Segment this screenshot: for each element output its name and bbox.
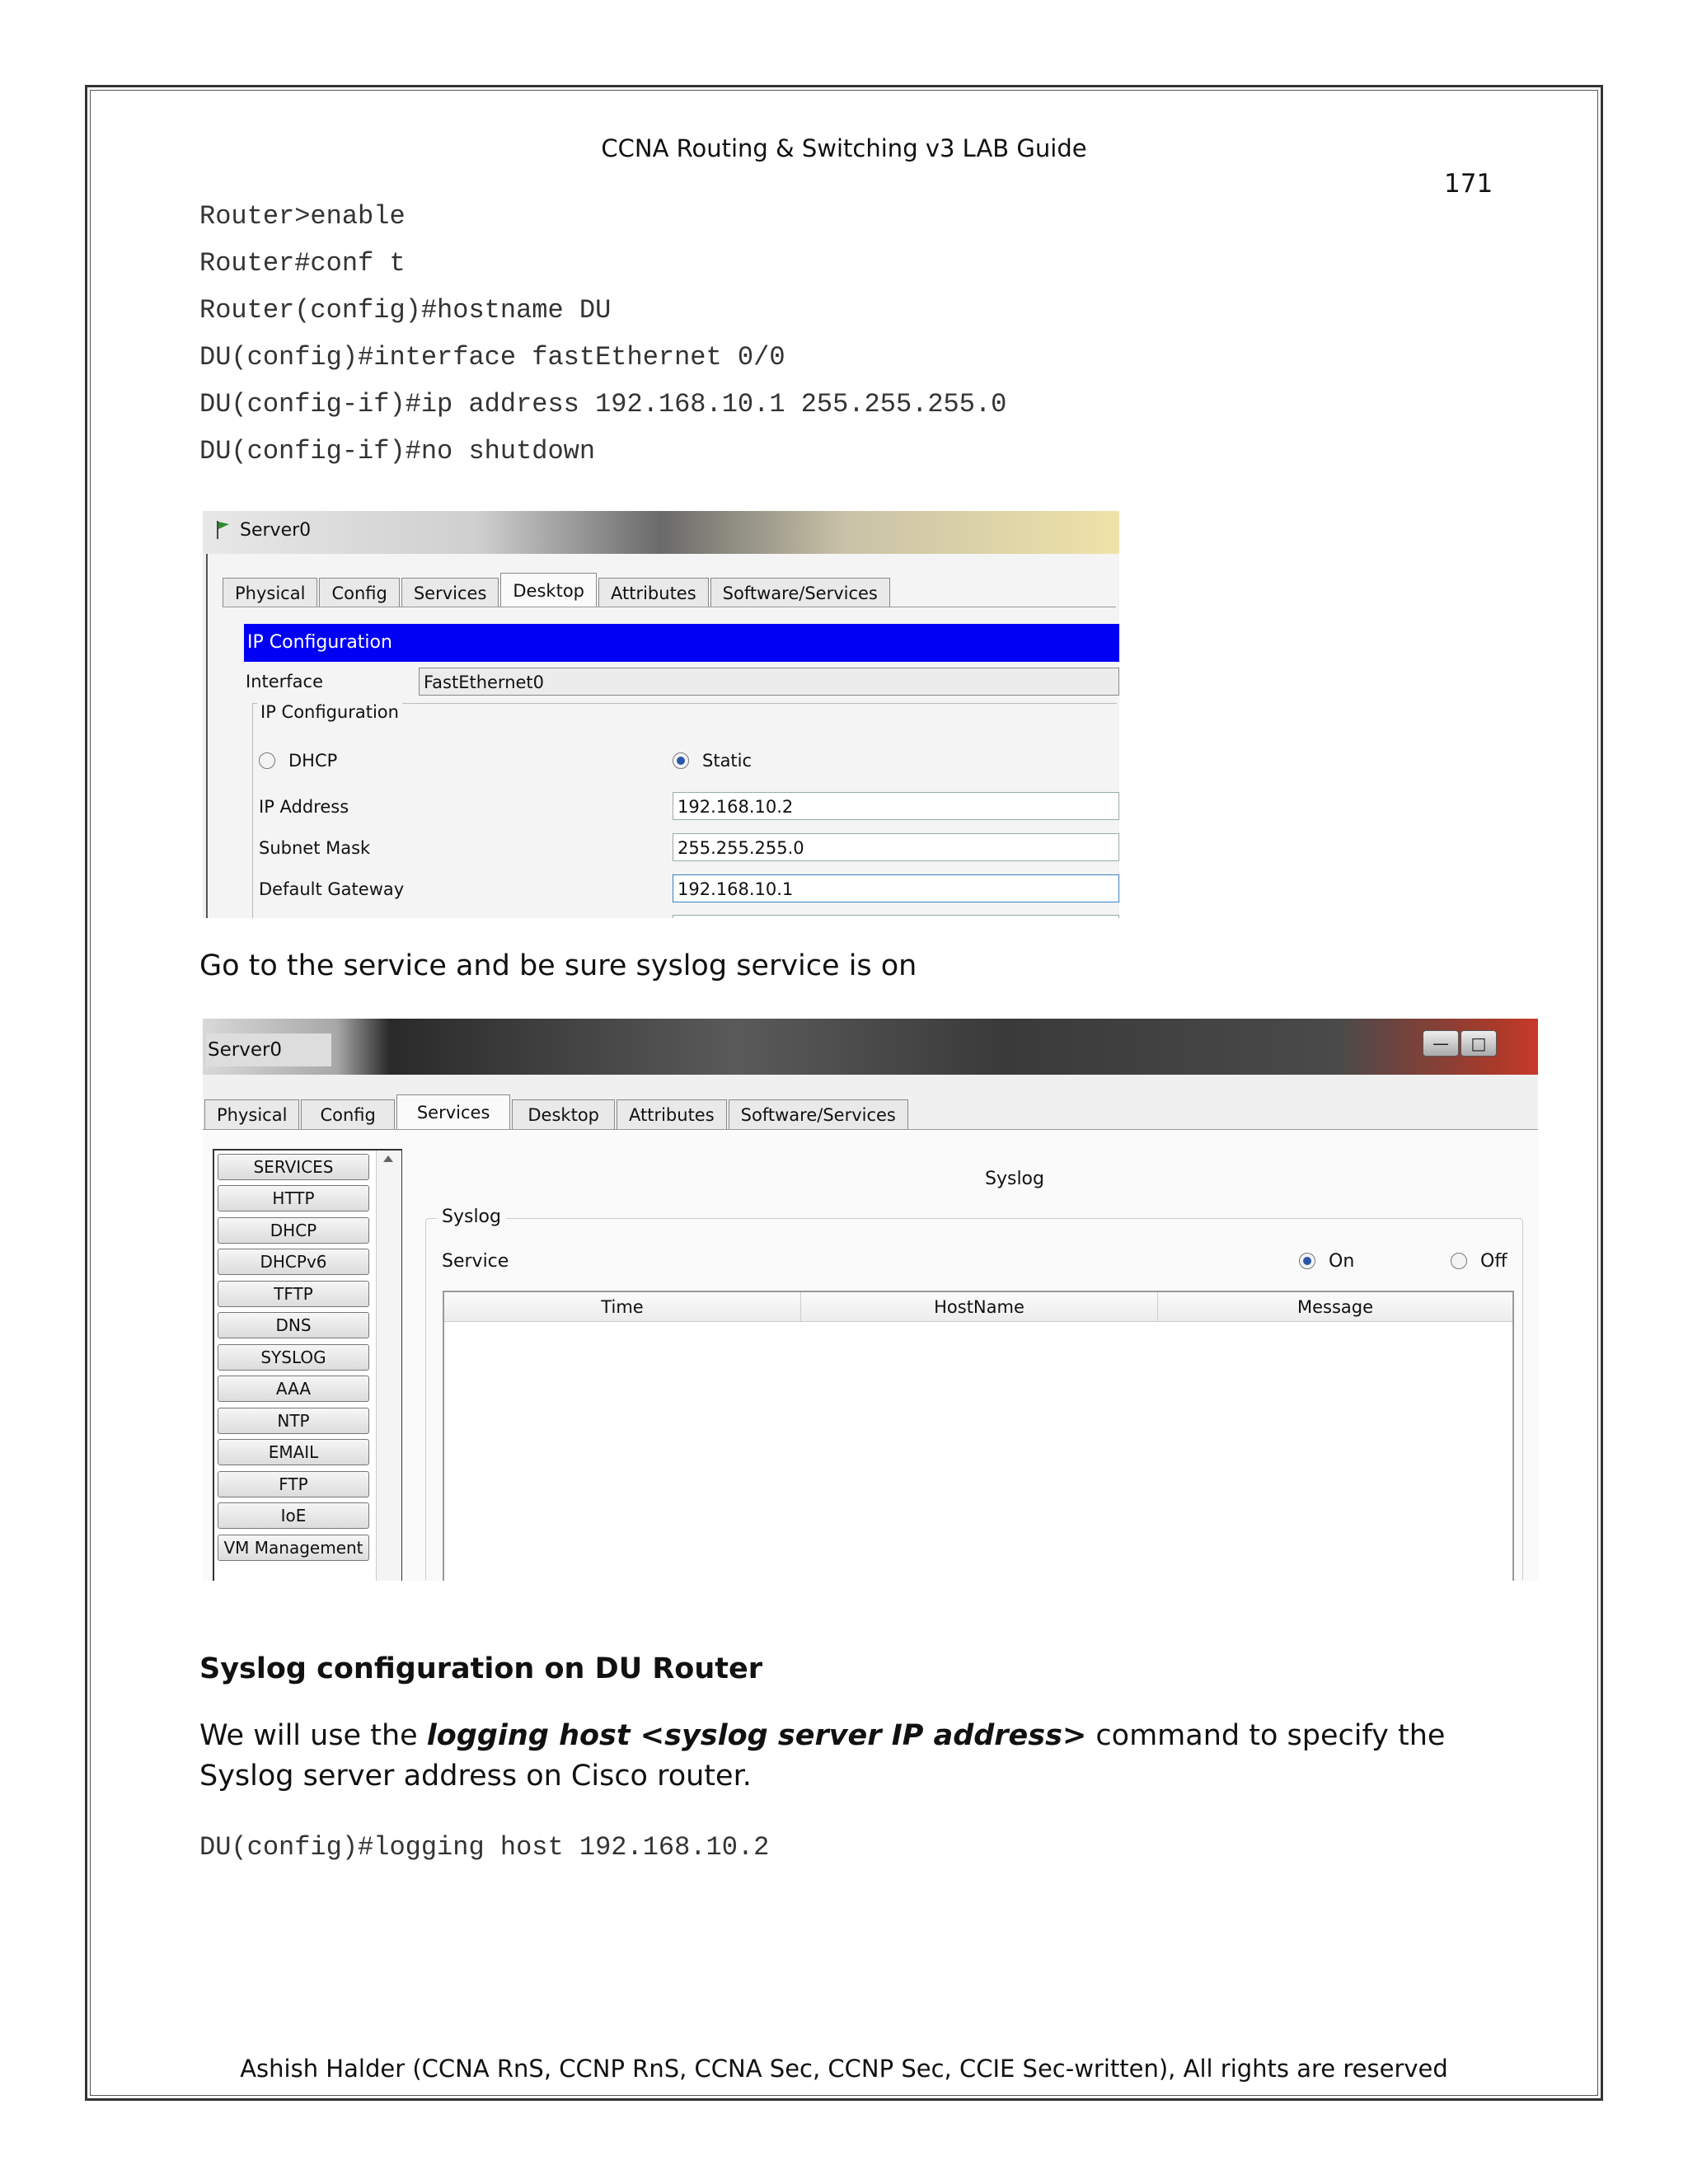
maximize-button[interactable]: □	[1461, 1030, 1497, 1057]
default-gateway-input[interactable]: 192.168.10.1	[673, 874, 1119, 902]
tab-attributes[interactable]: Attributes	[617, 1099, 727, 1129]
tab-bar: Physical Config Services Desktop Attribu…	[204, 1094, 910, 1129]
section-heading: Syslog configuration on DU Router	[199, 1652, 762, 1685]
service-button-services[interactable]: SERVICES	[218, 1154, 369, 1180]
service-button-email[interactable]: EMAIL	[218, 1439, 369, 1465]
instruction-text: Go to the service and be sure syslog ser…	[199, 949, 917, 982]
column-header-hostname[interactable]: HostName	[801, 1292, 1158, 1322]
tab-services[interactable]: Services	[396, 1094, 511, 1129]
tab-bar: Physical Config Services Desktop Attribu…	[223, 573, 892, 607]
window-titlebar: Server0 — □	[203, 1019, 1538, 1075]
tab-services[interactable]: Services	[401, 578, 499, 607]
service-on-label: On	[1329, 1251, 1355, 1272]
service-off-label: Off	[1480, 1251, 1507, 1272]
command-line: DU(config-if)#no shutdown	[199, 436, 596, 466]
service-off-radio[interactable]	[1451, 1253, 1467, 1269]
service-button-vm-management[interactable]: VM Management	[218, 1535, 369, 1561]
window-title: Server0	[206, 1033, 331, 1066]
sidebar-scrollbar[interactable]	[376, 1151, 401, 1581]
tab-physical[interactable]: Physical	[204, 1099, 300, 1129]
tab-desktop[interactable]: Desktop	[512, 1099, 615, 1129]
service-on-radio[interactable]	[1299, 1253, 1315, 1269]
tab-physical[interactable]: Physical	[223, 578, 318, 607]
static-label: Static	[702, 751, 753, 771]
command-line: DU(config)#interface fastEthernet 0/0	[199, 342, 785, 373]
dhcp-radio[interactable]	[259, 752, 275, 769]
command-line: Router#conf t	[199, 248, 406, 279]
service-button-dhcpv6[interactable]: DHCPv6	[218, 1249, 369, 1275]
service-button-http[interactable]: HTTP	[218, 1185, 369, 1212]
tab-desktop[interactable]: Desktop	[500, 573, 597, 607]
window-title: Server0	[240, 520, 312, 541]
service-button-ioe[interactable]: IoE	[218, 1502, 369, 1529]
service-button-tftp[interactable]: TFTP	[218, 1281, 369, 1307]
header-title: CCNA Routing & Switching v3 LAB Guide	[601, 134, 1087, 162]
tab-config[interactable]: Config	[319, 578, 400, 607]
static-radio[interactable]	[673, 752, 689, 769]
column-header-time[interactable]: Time	[444, 1292, 801, 1322]
ip-configuration-header-bar: IP Configuration	[244, 624, 1119, 662]
paragraph-text-pre: We will use the	[199, 1719, 427, 1752]
ip-configuration-screenshot: Server0 Physical Config Services Desktop…	[203, 511, 1119, 918]
server-app-icon	[217, 521, 229, 539]
minimize-button[interactable]: —	[1423, 1030, 1459, 1057]
command-line: Router(config)#hostname DU	[199, 295, 612, 326]
page-number: 171	[1444, 169, 1493, 199]
service-button-dns[interactable]: DNS	[218, 1312, 369, 1338]
tab-software-services[interactable]: Software/Services	[728, 1099, 908, 1129]
paragraph-command-emphasis: logging host <syslog server IP address>	[426, 1719, 1087, 1752]
syslog-service-screenshot: Server0 — □ Physical Config Services Des…	[203, 1019, 1538, 1581]
service-button-syslog[interactable]: SYSLOG	[218, 1344, 369, 1371]
panel-title: Syslog	[985, 1169, 1044, 1189]
service-button-dhcp[interactable]: DHCP	[218, 1217, 369, 1244]
window-titlebar: Server0	[203, 511, 1119, 554]
subnet-mask-label: Subnet Mask	[259, 838, 371, 858]
explanation-paragraph: We will use the logging host <syslog ser…	[199, 1716, 1485, 1797]
service-button-ntp[interactable]: NTP	[218, 1408, 369, 1434]
service-button-aaa[interactable]: AAA	[218, 1376, 369, 1402]
footer-copyright: Ashish Halder (CCNA RnS, CCNP RnS, CCNA …	[240, 2055, 1448, 2083]
tab-config[interactable]: Config	[301, 1099, 395, 1129]
service-label: Service	[442, 1251, 509, 1272]
tab-software-services[interactable]: Software/Services	[710, 578, 890, 607]
default-gateway-label: Default Gateway	[259, 879, 405, 899]
command-line: DU(config-if)#ip address 192.168.10.1 25…	[199, 389, 1007, 419]
syslog-group-title: Syslog	[437, 1207, 506, 1227]
ip-address-input[interactable]: 192.168.10.2	[673, 792, 1119, 820]
dhcp-label: DHCP	[288, 751, 338, 771]
dns-server-input-partial[interactable]	[673, 915, 1119, 918]
service-button-ftp[interactable]: FTP	[218, 1471, 369, 1497]
interface-select[interactable]: FastEthernet0	[419, 668, 1119, 696]
command-line: Router>enable	[199, 201, 406, 232]
services-sidebar: SERVICES HTTP DHCP DHCPv6 TFTP DNS SYSLO…	[213, 1149, 402, 1581]
ip-address-label: IP Address	[259, 797, 349, 817]
tab-attributes[interactable]: Attributes	[598, 578, 709, 607]
subnet-mask-input[interactable]: 255.255.255.0	[673, 833, 1119, 861]
scroll-up-arrow-icon[interactable]	[383, 1155, 393, 1162]
column-header-message[interactable]: Message	[1158, 1292, 1512, 1322]
command-line-logging-host: DU(config)#logging host 192.168.10.2	[199, 1832, 770, 1863]
ip-configuration-group-title: IP Configuration	[257, 702, 402, 722]
interface-label: Interface	[246, 672, 324, 691]
syslog-table: Time HostName Message	[443, 1291, 1514, 1581]
